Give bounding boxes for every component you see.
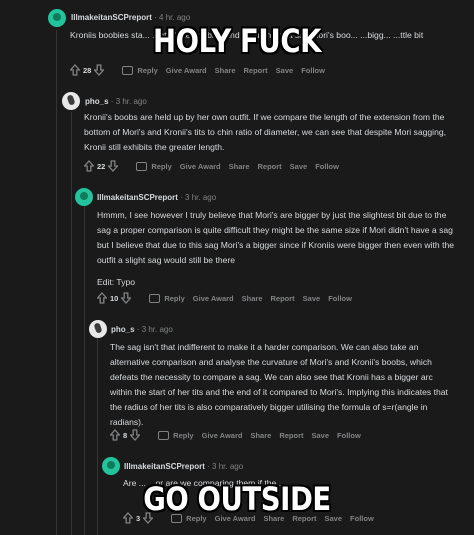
vote-score: 28 <box>83 65 92 75</box>
comment-body: Kronii's boobs are held up by her own ou… <box>84 110 456 155</box>
report-button[interactable]: Report <box>279 431 303 440</box>
user-avatar[interactable] <box>102 457 120 475</box>
share-button[interactable]: Share <box>250 431 271 440</box>
comment-bubble-icon <box>122 65 134 75</box>
share-button[interactable]: Share <box>229 162 250 171</box>
save-button[interactable]: Save <box>276 66 294 75</box>
comment-bubble-icon <box>158 430 170 440</box>
comment-actions: 8 Reply Give Award Share Report Save Fol… <box>110 428 369 442</box>
follow-button[interactable]: Follow <box>328 294 352 303</box>
share-button[interactable]: Share <box>215 66 236 75</box>
comment-paragraph: The sag isn't that indifferent to make i… <box>110 342 448 427</box>
reply-button[interactable]: Reply <box>122 65 158 75</box>
comment-header: pho_s · 3 hr. ago <box>85 97 147 106</box>
upvote-icon[interactable] <box>84 160 94 172</box>
report-button[interactable]: Report <box>258 162 282 171</box>
comment-header: pho_s · 3 hr. ago <box>111 325 173 334</box>
downvote-icon[interactable] <box>108 160 119 172</box>
give-award-button[interactable]: Give Award <box>202 431 243 440</box>
follow-button[interactable]: Follow <box>301 66 325 75</box>
user-avatar[interactable] <box>75 188 93 206</box>
comment-header: IllmakeitanSCPreport · 3 hr. ago <box>124 462 243 471</box>
comment-body: The sag isn't that indifferent to make i… <box>110 340 455 430</box>
save-button[interactable]: Save <box>290 162 308 171</box>
username[interactable]: IllmakeitanSCPreport <box>71 13 152 22</box>
follow-button[interactable]: Follow <box>315 162 339 171</box>
comment-actions: 28 Reply Give Award Share Report Save Fo… <box>70 63 333 77</box>
vote-score: 22 <box>97 161 106 171</box>
give-award-button[interactable]: Give Award <box>193 294 234 303</box>
give-award-button[interactable]: Give Award <box>166 66 207 75</box>
reply-button[interactable]: Reply <box>136 161 172 171</box>
save-button[interactable]: Save <box>312 431 330 440</box>
comment-header: IllmakeitanSCPreport · 4 hr. ago <box>71 13 190 22</box>
comment-body: Hmmm, I see however I truly believe that… <box>97 208 457 290</box>
comment-actions: 22 Reply Give Award Share Report Save Fo… <box>84 159 347 173</box>
vote-score: 8 <box>123 430 128 440</box>
timestamp[interactable]: 3 hr. ago <box>185 193 216 202</box>
upvote-icon[interactable] <box>110 429 120 441</box>
give-award-button[interactable]: Give Award <box>180 162 221 171</box>
follow-button[interactable]: Follow <box>337 431 361 440</box>
meme-caption-top: HOLY FUCK <box>153 22 321 60</box>
user-avatar[interactable] <box>89 320 107 338</box>
comment-paragraph: Hmmm, I see however I truly believe that… <box>97 210 455 265</box>
timestamp[interactable]: 3 hr. ago <box>142 325 173 334</box>
username[interactable]: IllmakeitanSCPreport <box>97 193 178 202</box>
comment-header: IllmakeitanSCPreport · 3 hr. ago <box>97 193 216 202</box>
reply-button[interactable]: Reply <box>149 293 185 303</box>
timestamp[interactable]: 3 hr. ago <box>116 97 147 106</box>
comment-thread: IllmakeitanSCPreport · 4 hr. ago Kroniis… <box>0 0 474 535</box>
upvote-icon[interactable] <box>97 292 107 304</box>
timestamp[interactable]: 4 hr. ago <box>159 13 190 22</box>
comment-paragraph: Edit: Typo <box>97 277 136 287</box>
save-button[interactable]: Save <box>303 294 321 303</box>
thread-line[interactable] <box>71 112 72 535</box>
downvote-icon[interactable] <box>130 429 141 441</box>
vote-score: 10 <box>110 293 119 303</box>
downvote-icon[interactable] <box>94 64 105 76</box>
reply-button[interactable]: Reply <box>158 430 194 440</box>
share-button[interactable]: Share <box>242 294 263 303</box>
username[interactable]: pho_s <box>85 97 109 106</box>
username[interactable]: IllmakeitanSCPreport <box>124 462 205 471</box>
timestamp[interactable]: 3 hr. ago <box>212 462 243 471</box>
comment-bubble-icon <box>136 161 148 171</box>
thread-line[interactable] <box>56 30 57 535</box>
user-avatar[interactable] <box>62 92 80 110</box>
report-button[interactable]: Report <box>244 66 268 75</box>
meme-caption-bottom: GO OUTSIDE <box>143 480 331 518</box>
username[interactable]: pho_s <box>111 325 135 334</box>
comment-actions: 10 Reply Give Award Share Report Save Fo… <box>97 291 360 305</box>
comment-bubble-icon <box>149 293 161 303</box>
downvote-icon[interactable] <box>121 292 132 304</box>
report-button[interactable]: Report <box>271 294 295 303</box>
upvote-icon[interactable] <box>70 64 80 76</box>
comment-paragraph: Kronii's boobs are held up by her own ou… <box>84 112 447 152</box>
